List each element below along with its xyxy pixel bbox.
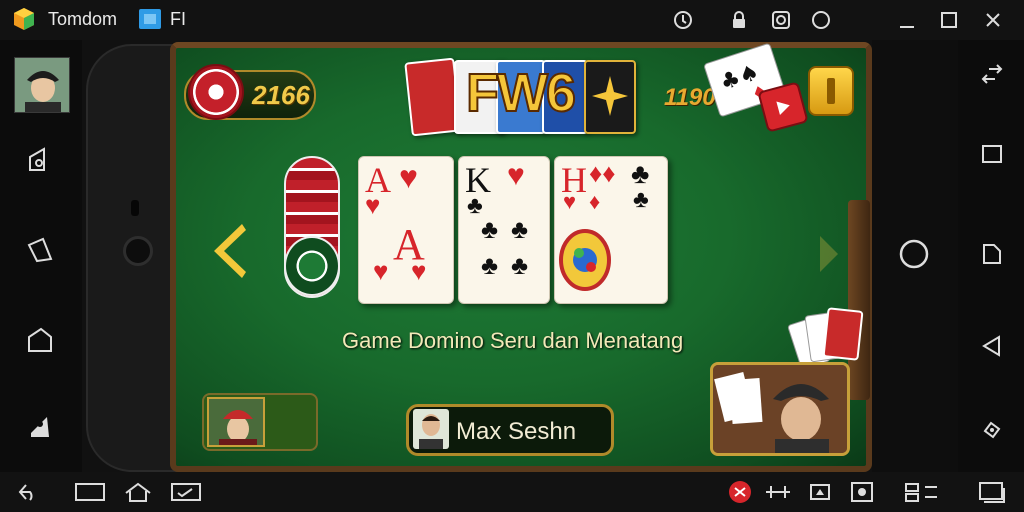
- recents-square-icon[interactable]: [974, 136, 1010, 172]
- settings-icon[interactable]: [974, 412, 1010, 448]
- player-name: Max Seshn: [456, 418, 577, 445]
- maximize-icon[interactable]: [936, 7, 962, 33]
- user-avatar[interactable]: [14, 57, 70, 113]
- close-icon[interactable]: [980, 7, 1006, 33]
- score-value: 1190: [664, 84, 716, 111]
- previous-arrow-icon[interactable]: [208, 222, 248, 280]
- app-logo-icon: [14, 8, 34, 30]
- playing-card-king-clubs[interactable]: K ♥ ♣ ♣ ♣ ♣ ♣: [458, 156, 550, 304]
- logo-card-star: [584, 60, 636, 134]
- file-icon[interactable]: [974, 236, 1010, 272]
- minimize-icon[interactable]: [894, 7, 920, 33]
- next-arrow-icon[interactable]: [818, 234, 840, 274]
- back-triangle-icon[interactable]: [974, 328, 1010, 364]
- phone-camera: [123, 236, 153, 266]
- poker-chip-icon: [188, 64, 244, 120]
- volume-icon[interactable]: [22, 232, 58, 268]
- back-arrow-icon[interactable]: [12, 479, 44, 505]
- keyboard-icon[interactable]: [170, 479, 202, 505]
- shake-icon[interactable]: [804, 479, 836, 505]
- opponent-avatar: [207, 397, 265, 447]
- fullscreen-icon[interactable]: [974, 56, 1010, 92]
- record-red-icon[interactable]: [724, 479, 756, 505]
- coin-balance: 2166: [252, 80, 310, 110]
- pin-icon[interactable]: [670, 7, 696, 33]
- tagline-text: Game Domino Seru dan Menatang: [342, 328, 684, 353]
- playing-card-mixed[interactable]: H ♦♦ ♣ ♥ ♦ ♣: [554, 156, 668, 304]
- card-fan-decoration: [787, 307, 864, 370]
- chip-stack-top: [284, 236, 340, 296]
- home-circle-icon[interactable]: [896, 236, 932, 272]
- record-icon[interactable]: [808, 7, 834, 33]
- playing-card-ace-hearts[interactable]: A ♥ ♥ A ♥ ♥: [358, 156, 454, 304]
- lock-icon[interactable]: [726, 7, 752, 33]
- keymap-icon[interactable]: [22, 408, 58, 444]
- player-avatar: [413, 409, 449, 449]
- layout-icon[interactable]: [902, 479, 942, 505]
- app-title: Tomdom: [48, 9, 118, 29]
- pause-button[interactable]: [808, 66, 854, 116]
- camera-icon[interactable]: [768, 7, 794, 33]
- tab-title[interactable]: FI: [170, 9, 186, 30]
- screen-capture-icon[interactable]: [846, 479, 878, 505]
- game-logo-text: FW6: [465, 62, 577, 124]
- rotate-icon[interactable]: [22, 322, 58, 358]
- home-icon[interactable]: [122, 479, 154, 505]
- opponent-panel-right[interactable]: [710, 362, 850, 456]
- wild-chip-icon: [559, 229, 611, 291]
- screenshot-icon[interactable]: [22, 142, 58, 178]
- window-icon[interactable]: [72, 479, 108, 505]
- multi-window-icon[interactable]: [976, 479, 1008, 505]
- phone-speaker: [131, 200, 139, 216]
- multi-instance-icon[interactable]: [762, 479, 794, 505]
- tab-window-icon[interactable]: [139, 9, 161, 29]
